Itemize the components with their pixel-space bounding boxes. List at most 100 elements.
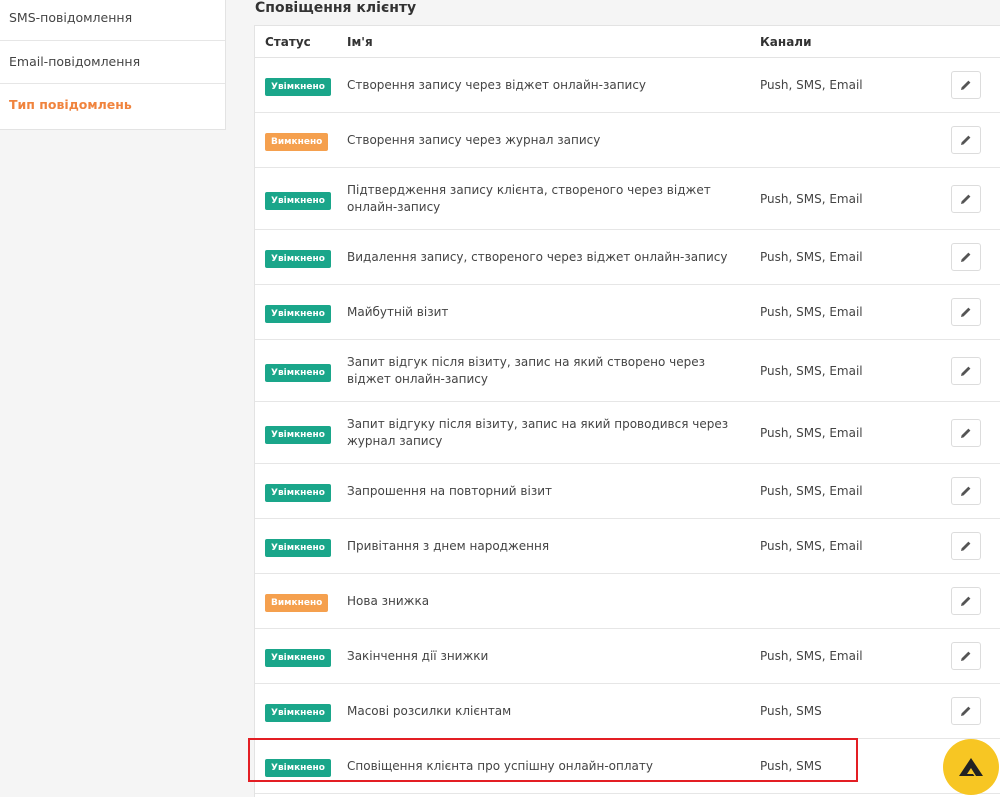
edit-cell: [951, 298, 981, 326]
notification-channels: Push, SMS, Email: [760, 649, 863, 663]
notification-name: Підтвердження запису клієнта, створеного…: [347, 182, 711, 214]
status-badge: Увімкнено: [265, 425, 331, 444]
status-cell: Увімкнено: [255, 246, 347, 268]
notification-name: Запрошення на повторний візит: [347, 483, 552, 498]
notification-channels: Push, SMS, Email: [760, 305, 863, 319]
sidebar-item-email[interactable]: Email-повідомлення: [0, 41, 225, 84]
status-cell: Увімкнено: [255, 755, 347, 777]
notification-channels: Push, SMS, Email: [760, 484, 863, 498]
pencil-icon: [961, 596, 971, 606]
edit-cell: [951, 587, 981, 615]
status-cell: Увімкнено: [255, 480, 347, 502]
edit-button[interactable]: [951, 356, 981, 385]
edit-button[interactable]: [951, 126, 981, 154]
edit-cell: [951, 477, 981, 505]
pencil-icon: [961, 706, 971, 716]
status-badge: Увімкнено: [265, 484, 331, 502]
edit-button[interactable]: [951, 184, 981, 213]
table-row: Увімкнено Запрошення на повторний візит Pu…: [255, 464, 1000, 519]
pencil-icon: [961, 194, 971, 204]
header-channels: Канали: [760, 34, 812, 49]
table-row: Увімкнено Закінчення дії знижки Push, SMS,…: [255, 629, 1000, 684]
status-cell: Увімкнено: [255, 645, 347, 667]
status-badge: Увімкнено: [265, 539, 331, 557]
table-row: Увімкнено Запит відгуку після візиту, зап…: [255, 402, 1000, 464]
notification-name: Закінчення дії знижки: [347, 648, 489, 663]
notification-name: Запит відгук після візиту, запис на який…: [347, 354, 705, 386]
status-cell: Увімкнено: [255, 535, 347, 557]
notification-channels: Push, SMS, Email: [760, 425, 863, 440]
edit-button[interactable]: [951, 532, 981, 560]
sidebar-item-message-type[interactable]: Тип повідомлень: [0, 84, 225, 129]
pencil-icon: [961, 651, 971, 661]
status-badge: Увімкнено: [265, 305, 331, 323]
table-row: Вимкнено Нова знижка: [255, 574, 1000, 629]
status-badge: Увімкнено: [265, 759, 331, 777]
edit-cell: [951, 71, 981, 99]
sidebar-item-sms[interactable]: SMS-повідомлення: [0, 0, 225, 41]
status-badge: Увімкнено: [265, 191, 331, 210]
edit-button[interactable]: [951, 71, 981, 99]
edit-cell: [951, 184, 981, 213]
edit-button[interactable]: [951, 243, 981, 271]
edit-button[interactable]: [951, 298, 981, 326]
status-cell: Вимкнено: [255, 129, 347, 151]
notification-channels: Push, SMS: [760, 704, 822, 718]
pencil-icon: [961, 486, 971, 496]
notification-name: Створення запису через журнал запису: [347, 132, 601, 147]
status-badge: Увімкнено: [265, 649, 331, 667]
notifications-table: Статус Ім'я Канали Увімкнено Створення за…: [254, 25, 1000, 797]
table-row: Увімкнено Видалення запису, створеного че…: [255, 230, 1000, 285]
status-badge: Увімкнено: [265, 250, 331, 268]
table-row: Увімкнено Майбутній візит Push, SMS, Email: [255, 285, 1000, 340]
pencil-icon: [961, 135, 971, 145]
table-row: Увімкнено Створення запису через віджет о…: [255, 58, 1000, 113]
pencil-icon: [961, 428, 971, 438]
status-cell: Вимкнено: [255, 590, 347, 612]
table-header: Статус Ім'я Канали: [255, 26, 1000, 58]
edit-button[interactable]: [951, 418, 981, 447]
section-title: Сповіщення клієнту: [255, 0, 417, 16]
notification-channels: Push, SMS: [760, 759, 822, 773]
status-badge: Увімкнено: [265, 363, 331, 382]
pencil-icon: [961, 307, 971, 317]
status-cell: Увімкнено: [255, 700, 347, 722]
edit-cell: [951, 642, 981, 670]
status-cell: Увімкнено: [255, 360, 347, 382]
table-row: Увімкнено Запит відгук після візиту, запи…: [255, 340, 1000, 402]
status-badge: Увімкнено: [265, 78, 331, 96]
edit-button[interactable]: [951, 642, 981, 670]
notification-channels: Push, SMS, Email: [760, 363, 863, 378]
notification-name: Масові розсилки клієнтам: [347, 703, 512, 718]
table-row: Вимкнено Створення запису через журнал за…: [255, 113, 1000, 168]
edit-button[interactable]: [951, 477, 981, 505]
notification-name: Привітання з днем народження: [347, 538, 550, 553]
edit-cell: [951, 356, 981, 385]
notification-name: Видалення запису, створеного через відже…: [347, 249, 728, 264]
logo-triangle-icon: [959, 758, 983, 776]
edit-button[interactable]: [951, 697, 981, 725]
status-badge: Вимкнено: [265, 133, 329, 151]
notification-name: Нова знижка: [347, 593, 430, 608]
pencil-icon: [961, 541, 971, 551]
table-row: Увімкнено Масові розсилки клієнтам Push, S…: [255, 684, 1000, 739]
sidebar: SMS-повідомлення Email-повідомлення Тип …: [0, 0, 226, 130]
edit-cell: [951, 532, 981, 560]
notification-channels: Push, SMS, Email: [760, 191, 863, 206]
edit-cell: [951, 697, 981, 725]
notification-name: Сповіщення клієнта про успішну онлайн-оп…: [347, 758, 653, 773]
edit-cell: [951, 243, 981, 271]
notification-channels: Push, SMS, Email: [760, 250, 863, 264]
notification-channels: Push, SMS, Email: [760, 78, 863, 92]
table-body: Увімкнено Створення запису через віджет о…: [255, 58, 1000, 794]
status-cell: Увімкнено: [255, 74, 347, 96]
edit-button[interactable]: [951, 587, 981, 615]
pencil-icon: [961, 366, 971, 376]
notification-name: Запит відгуку після візиту, запис на яки…: [347, 416, 729, 448]
notification-channels: Push, SMS, Email: [760, 539, 863, 553]
table-row: Увімкнено Підтвердження запису клієнта, с…: [255, 168, 1000, 230]
status-cell: Увімкнено: [255, 188, 347, 210]
help-fab-button[interactable]: [943, 739, 999, 795]
notification-name: Створення запису через віджет онлайн-зап…: [347, 77, 647, 92]
status-badge: Вимкнено: [265, 594, 329, 612]
